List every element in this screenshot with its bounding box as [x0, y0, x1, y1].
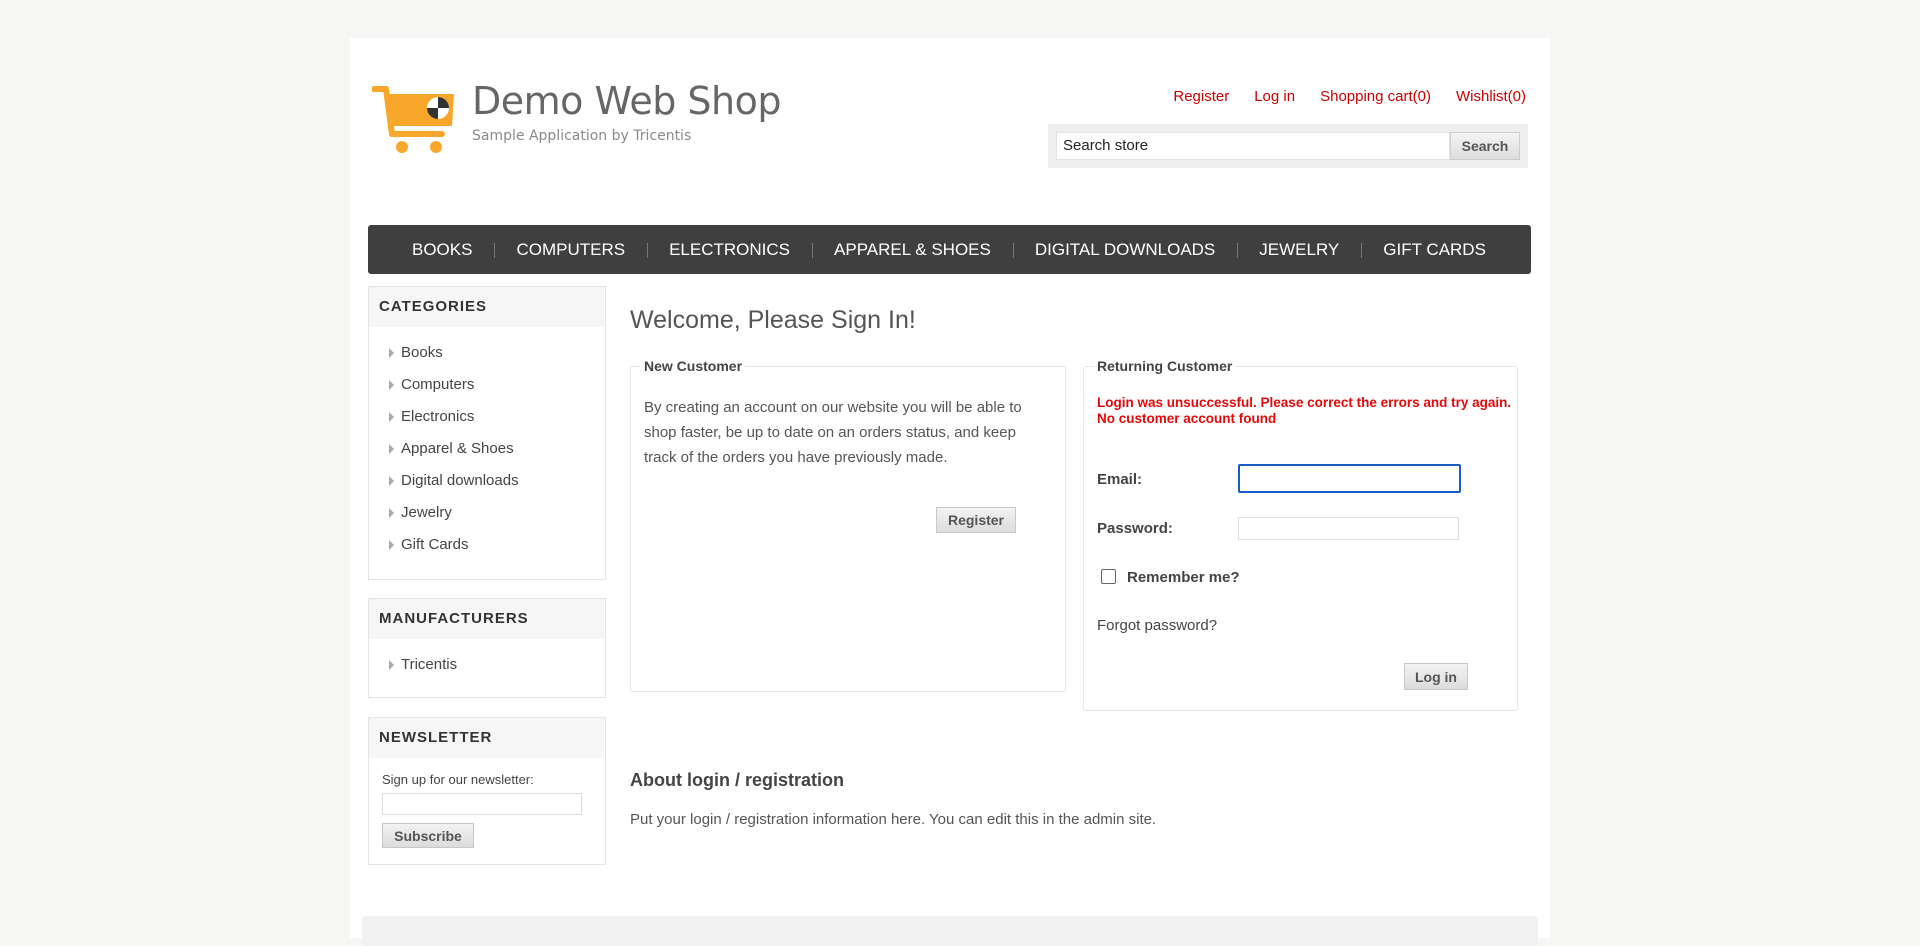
shopping-cart-link[interactable]: Shopping cart(0) [1320, 88, 1431, 105]
category-item-books[interactable]: Books [389, 337, 605, 369]
menu-item-apparel-shoes[interactable]: APPAREL & SHOES [812, 240, 1013, 260]
remember-me-label[interactable]: Remember me? [1127, 569, 1240, 586]
logo-title: Demo Web Shop [472, 79, 782, 123]
newsletter-label: Sign up for our newsletter: [382, 772, 534, 787]
returning-customer-legend: Returning Customer [1094, 358, 1236, 374]
menu-item-electronics[interactable]: ELECTRONICS [647, 240, 812, 260]
category-item-digital-downloads[interactable]: Digital downloads [389, 465, 605, 497]
login-error-detail: No customer account found [1097, 411, 1277, 426]
new-customer-text: By creating an account on our website yo… [644, 399, 1022, 466]
login-link[interactable]: Log in [1254, 88, 1295, 105]
menu-item-jewelry[interactable]: JEWELRY [1237, 240, 1361, 260]
categories-title: CATEGORIES [369, 287, 605, 327]
about-text: Put your login / registration informatio… [630, 811, 1157, 828]
forgot-password-link[interactable]: Forgot password? [1097, 617, 1217, 634]
menu-item-computers[interactable]: COMPUTERS [494, 240, 647, 260]
category-item-apparel-shoes[interactable]: Apparel & Shoes [389, 433, 605, 465]
category-item-jewelry[interactable]: Jewelry [389, 497, 605, 529]
categories-block: CATEGORIES Books Computers Electronics A… [368, 286, 606, 580]
newsletter-email-input[interactable] [382, 793, 582, 815]
email-label: Email: [1097, 471, 1143, 488]
newsletter-title: NEWSLETTER [369, 718, 605, 758]
search-input[interactable] [1056, 132, 1450, 160]
manufacturer-item-tricentis[interactable]: Tricentis [389, 649, 605, 681]
email-field[interactable] [1238, 464, 1461, 493]
manufacturers-list: Tricentis [369, 639, 605, 685]
top-menu: BOOKS COMPUTERS ELECTRONICS APPAREL & SH… [368, 225, 1531, 274]
logo-subtitle: Sample Application by Tricentis [472, 128, 692, 144]
about-title: About login / registration [630, 770, 844, 790]
new-customer-section: New Customer By creating an account on o… [630, 358, 1066, 692]
wishlist-link[interactable]: Wishlist(0) [1456, 88, 1526, 105]
page-title: Welcome, Please Sign In! [630, 306, 916, 334]
category-item-electronics[interactable]: Electronics [389, 401, 605, 433]
manufacturers-title: MANUFACTURERS [369, 599, 605, 639]
manufacturers-block: MANUFACTURERS Tricentis [368, 598, 606, 698]
site-logo[interactable]: Demo Web Shop Sample Application by Tric… [372, 79, 782, 158]
shopping-cart-logo-icon [372, 86, 454, 153]
category-item-computers[interactable]: Computers [389, 369, 605, 401]
login-error-line: Login was unsuccessful. Please correct t… [1097, 395, 1512, 410]
password-field[interactable] [1238, 517, 1459, 540]
newsletter-block: NEWSLETTER Sign up for our newsletter: S… [368, 717, 606, 865]
password-label: Password: [1097, 520, 1173, 537]
footer-bar [362, 916, 1538, 946]
register-link[interactable]: Register [1173, 88, 1229, 105]
menu-item-digital-downloads[interactable]: DIGITAL DOWNLOADS [1012, 240, 1237, 260]
subscribe-button[interactable]: Subscribe [382, 823, 474, 848]
search-button[interactable]: Search [1450, 132, 1520, 160]
page-container: Demo Web Shop Sample Application by Tric… [350, 38, 1550, 946]
new-customer-legend: New Customer [641, 358, 746, 374]
login-error-message: Login was unsuccessful. Please correct t… [1097, 395, 1517, 427]
register-button[interactable]: Register [936, 507, 1016, 533]
remember-me-checkbox[interactable] [1101, 569, 1116, 584]
menu-item-gift-cards[interactable]: GIFT CARDS [1361, 240, 1508, 260]
returning-customer-section: Returning Customer Login was unsuccessfu… [1083, 358, 1518, 711]
categories-list: Books Computers Electronics Apparel & Sh… [369, 327, 605, 565]
menu-item-books[interactable]: BOOKS [390, 240, 494, 260]
category-item-gift-cards[interactable]: Gift Cards [389, 529, 605, 561]
search-box: Search [1048, 124, 1528, 168]
header-links: Register Log in Shopping cart(0) Wishlis… [1148, 88, 1526, 105]
login-button[interactable]: Log in [1404, 663, 1468, 690]
